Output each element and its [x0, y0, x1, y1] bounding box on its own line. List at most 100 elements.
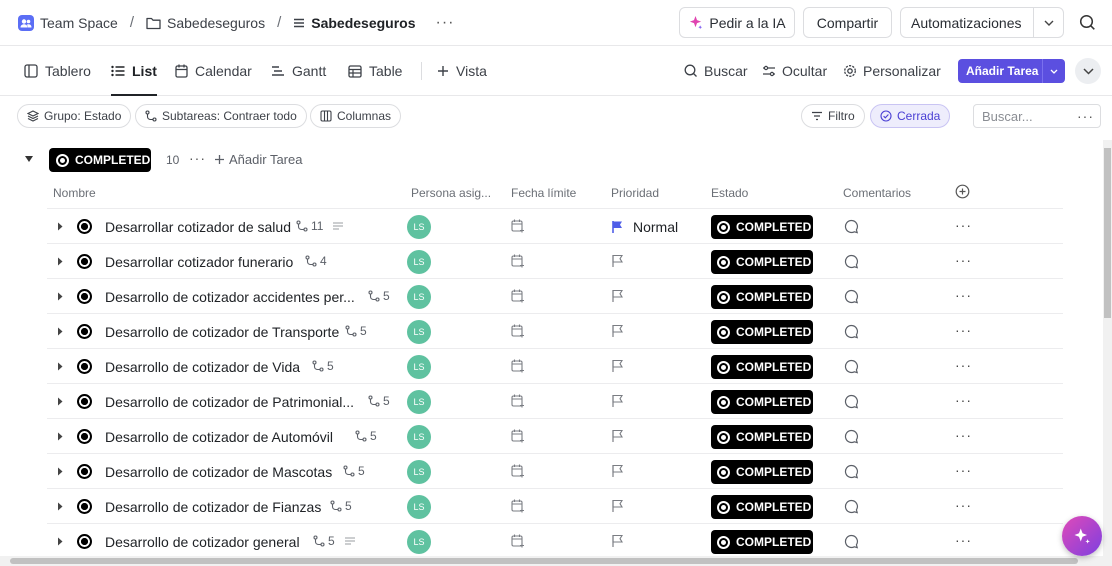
task-row[interactable]: Desarrollo de cotizador de Patrimonial..… [47, 383, 1063, 418]
expand-arrow-icon[interactable] [57, 327, 63, 336]
expand-arrow-icon[interactable] [57, 257, 63, 266]
vertical-scrollbar[interactable] [1103, 140, 1112, 566]
subtask-count[interactable]: 5 [345, 324, 367, 338]
task-title[interactable]: Desarrollo de cotizador de Mascotas [105, 464, 332, 480]
task-row[interactable]: Desarrollo de cotizador de Automóvil 5 LS C… [47, 418, 1063, 453]
task-row[interactable]: Desarrollar cotizador de salud 11 LS Normal… [47, 208, 1063, 243]
calendar-add-icon[interactable] [511, 289, 525, 303]
scrollbar-thumb[interactable] [1104, 148, 1111, 318]
status-badge[interactable]: COMPLETED [711, 250, 813, 274]
task-row[interactable]: Desarrollo de cotizador de Transporte 5 LS… [47, 313, 1063, 348]
row-more-button[interactable]: ··· [955, 462, 972, 478]
priority-cell[interactable] [611, 429, 624, 443]
caret-down-icon[interactable] [24, 155, 34, 163]
task-row[interactable]: Desarrollo de cotizador general 5 LS COMPLE… [47, 523, 1063, 558]
calendar-add-icon[interactable] [511, 429, 525, 443]
status-badge[interactable]: COMPLETED [711, 495, 813, 519]
scrollbar-thumb[interactable] [10, 558, 1078, 564]
group-more-button[interactable]: ··· [189, 150, 206, 166]
avatar[interactable]: LS [407, 320, 431, 344]
task-title[interactable]: Desarrollar cotizador funerario [105, 254, 293, 270]
subtask-count[interactable]: 5 [313, 534, 356, 548]
status-circle-icon[interactable] [77, 219, 92, 234]
avatar[interactable]: LS [407, 530, 431, 554]
share-button[interactable]: Compartir [803, 7, 892, 38]
row-more-button[interactable]: ··· [955, 217, 972, 233]
chevron-down-icon[interactable] [1042, 59, 1065, 83]
tab-gantt[interactable]: Gantt [271, 47, 326, 95]
task-title[interactable]: Desarrollo de cotizador de Automóvil [105, 429, 333, 445]
expand-arrow-icon[interactable] [57, 432, 63, 441]
group-add-task-button[interactable]: Añadir Tarea [214, 152, 302, 167]
comment-icon[interactable] [844, 394, 859, 409]
comment-icon[interactable] [844, 464, 859, 479]
row-more-button[interactable]: ··· [955, 532, 972, 548]
avatar[interactable]: LS [407, 250, 431, 274]
automations-button[interactable]: Automatizaciones [900, 7, 1064, 38]
comment-icon[interactable] [844, 499, 859, 514]
row-more-button[interactable]: ··· [955, 427, 972, 443]
task-title[interactable]: Desarrollo de cotizador de Vida [105, 359, 300, 375]
comment-icon[interactable] [844, 534, 859, 549]
comment-icon[interactable] [844, 219, 859, 234]
task-title[interactable]: Desarrollo de cotizador de Fianzas [105, 499, 321, 515]
row-more-button[interactable]: ··· [955, 392, 972, 408]
task-title[interactable]: Desarrollo de cotizador general [105, 534, 300, 550]
task-title[interactable]: Desarrollo de cotizador de Patrimonial..… [105, 394, 354, 410]
add-task-button[interactable]: Añadir Tarea [958, 59, 1065, 83]
column-assignee[interactable]: Persona asig... [411, 186, 491, 200]
breadcrumb-list[interactable]: Sabedeseguros [311, 15, 415, 31]
comment-icon[interactable] [844, 429, 859, 444]
hide-button[interactable]: Ocultar [762, 47, 827, 95]
subtask-count[interactable]: 5 [343, 464, 365, 478]
calendar-add-icon[interactable] [511, 359, 525, 373]
status-circle-icon[interactable] [77, 464, 92, 479]
status-circle-icon[interactable] [77, 254, 92, 269]
add-view-button[interactable]: Vista [437, 47, 487, 95]
breadcrumb-space[interactable]: Team Space [40, 15, 118, 31]
row-more-button[interactable]: ··· [955, 357, 972, 373]
subtask-count[interactable]: 5 [355, 429, 377, 443]
task-row[interactable]: Desarrollo de cotizador de Fianzas 5 LS COM… [47, 488, 1063, 523]
search-tasks-button[interactable]: Buscar [684, 47, 748, 95]
group-by-chip[interactable]: Grupo: Estado [17, 104, 132, 128]
status-badge[interactable]: COMPLETED [711, 320, 813, 344]
closed-filter-chip[interactable]: Cerrada [870, 104, 951, 128]
task-row[interactable]: Desarrollo de cotizador de Vida 5 LS COMPLE… [47, 348, 1063, 383]
status-circle-icon[interactable] [77, 289, 92, 304]
row-more-button[interactable]: ··· [955, 497, 972, 513]
column-due-date[interactable]: Fecha límite [511, 186, 576, 200]
calendar-add-icon[interactable] [511, 464, 525, 478]
row-more-button[interactable]: ··· [955, 322, 972, 338]
priority-cell[interactable] [611, 534, 624, 548]
subtasks-chip[interactable]: Subtareas: Contraer todo [135, 104, 307, 128]
comment-icon[interactable] [844, 324, 859, 339]
tab-list[interactable]: List [111, 47, 157, 96]
status-circle-icon[interactable] [77, 429, 92, 444]
avatar[interactable]: LS [407, 495, 431, 519]
comment-icon[interactable] [844, 289, 859, 304]
calendar-add-icon[interactable] [511, 219, 525, 233]
subtask-count[interactable]: 11 [296, 219, 344, 233]
priority-cell[interactable] [611, 289, 624, 303]
subtask-count[interactable]: 5 [368, 394, 390, 408]
calendar-add-icon[interactable] [511, 324, 525, 338]
subtask-count[interactable]: 5 [312, 359, 334, 373]
row-more-button[interactable]: ··· [955, 287, 972, 303]
expand-arrow-icon[interactable] [57, 467, 63, 476]
priority-cell[interactable] [611, 254, 624, 268]
chevron-down-icon[interactable] [1033, 8, 1063, 37]
search-icon[interactable] [1079, 14, 1096, 31]
calendar-add-icon[interactable] [511, 254, 525, 268]
expand-arrow-icon[interactable] [57, 397, 63, 406]
column-name[interactable]: Nombre [53, 186, 96, 200]
horizontal-scrollbar[interactable] [0, 556, 1103, 566]
status-circle-icon[interactable] [77, 324, 92, 339]
task-row[interactable]: Desarrollo de cotizador accidentes per..… [47, 278, 1063, 313]
priority-cell[interactable] [611, 324, 624, 338]
ask-ai-button[interactable]: Pedir a la IA [679, 7, 795, 38]
task-title[interactable]: Desarrollo de cotizador accidentes per..… [105, 289, 355, 305]
tab-tablero[interactable]: Tablero [24, 47, 91, 95]
calendar-add-icon[interactable] [511, 534, 525, 548]
status-badge[interactable]: COMPLETED [711, 390, 813, 414]
